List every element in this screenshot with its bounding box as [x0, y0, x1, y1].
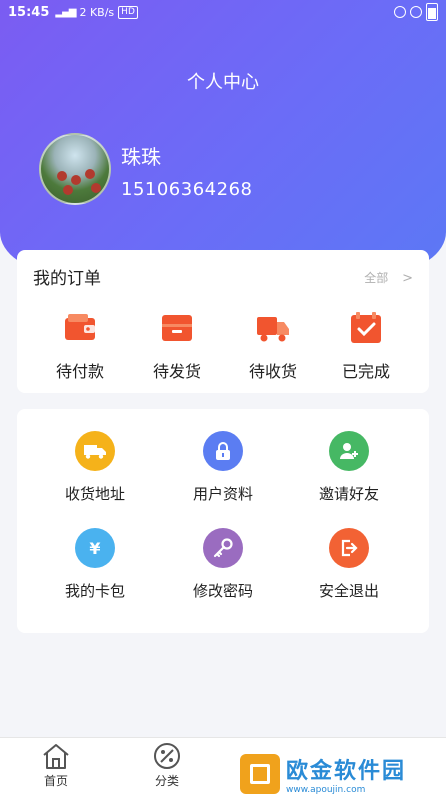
- order-pending-shipment[interactable]: 待发货: [132, 310, 222, 382]
- battery-icon: [426, 3, 438, 21]
- user-profile-button[interactable]: 用户资料: [168, 431, 278, 504]
- lock-icon: [203, 431, 243, 471]
- tab-category[interactable]: 分类: [132, 742, 202, 789]
- my-card-wallet-button[interactable]: ¥ 我的卡包: [40, 528, 150, 601]
- category-icon: [152, 742, 182, 770]
- tool-label: 安全退出: [318, 582, 379, 600]
- tool-label: 收货地址: [64, 485, 125, 503]
- user-name: 珠珠: [121, 145, 161, 169]
- status-icons: [394, 3, 438, 21]
- home-icon: [41, 742, 71, 770]
- tab-home[interactable]: 首页: [21, 742, 91, 789]
- status-bar: 15:45 ▂▄▆ 2 KB/s HD: [0, 0, 446, 24]
- net-speed: 2 KB/s: [79, 5, 115, 19]
- truck-icon: [255, 310, 291, 346]
- chevron-right-icon: >: [402, 271, 413, 286]
- watermark-url: www.apoujin.com: [286, 785, 366, 795]
- orders-all-label: 全部: [364, 271, 389, 285]
- wallet-icon: [62, 310, 98, 346]
- watermark-text: 欧金软件园: [286, 759, 407, 784]
- signal-icon: ▂▄▆: [55, 6, 76, 18]
- tool-label: 邀请好友: [318, 485, 379, 503]
- yen-glyph: ¥: [89, 538, 101, 558]
- tab-label: 首页: [43, 774, 68, 788]
- user-phone: 15106364268: [121, 179, 253, 200]
- tool-label: 用户资料: [192, 485, 253, 503]
- tool-label: 我的卡包: [64, 582, 125, 600]
- order-label: 待收货: [248, 362, 297, 381]
- order-pending-receipt[interactable]: 待收货: [228, 310, 318, 382]
- watermark-logo-icon: [240, 754, 280, 794]
- avatar[interactable]: [39, 133, 111, 205]
- invite-friends-button[interactable]: 邀请好友: [294, 431, 404, 504]
- order-label: 已完成: [341, 362, 390, 381]
- orders-all-link[interactable]: 全部 >: [364, 269, 413, 286]
- orders-title: 我的订单: [33, 269, 101, 289]
- add-user-icon: [329, 431, 369, 471]
- box-icon: [159, 310, 195, 346]
- order-completed[interactable]: 已完成: [321, 310, 411, 382]
- change-password-button[interactable]: 修改密码: [168, 528, 278, 601]
- yen-icon: ¥: [75, 528, 115, 568]
- logout-button[interactable]: 安全退出: [294, 528, 404, 601]
- truck-icon: [75, 431, 115, 471]
- watermark: 欧金软件园 www.apoujin.com: [240, 752, 446, 796]
- orders-card: 我的订单 全部 > 待付款 待发货 待收货 已完成: [17, 250, 429, 393]
- order-label: 待付款: [55, 362, 104, 381]
- check-box-icon: [348, 310, 384, 346]
- status-time: 15:45: [8, 4, 50, 20]
- lock-rotation-icon: [394, 6, 406, 18]
- hd-badge: HD: [118, 5, 138, 19]
- order-pending-payment[interactable]: 待付款: [35, 310, 125, 382]
- order-label: 待发货: [152, 362, 201, 381]
- tab-label: 分类: [154, 774, 179, 788]
- shipping-address-button[interactable]: 收货地址: [40, 431, 150, 504]
- alarm-icon: [410, 6, 422, 18]
- logout-icon: [329, 528, 369, 568]
- page-title: 个人中心: [187, 72, 259, 93]
- key-icon: [203, 528, 243, 568]
- tools-card: 收货地址 用户资料 邀请好友 ¥ 我的卡包 修改密码 安全退出: [17, 409, 429, 633]
- tool-label: 修改密码: [192, 582, 253, 600]
